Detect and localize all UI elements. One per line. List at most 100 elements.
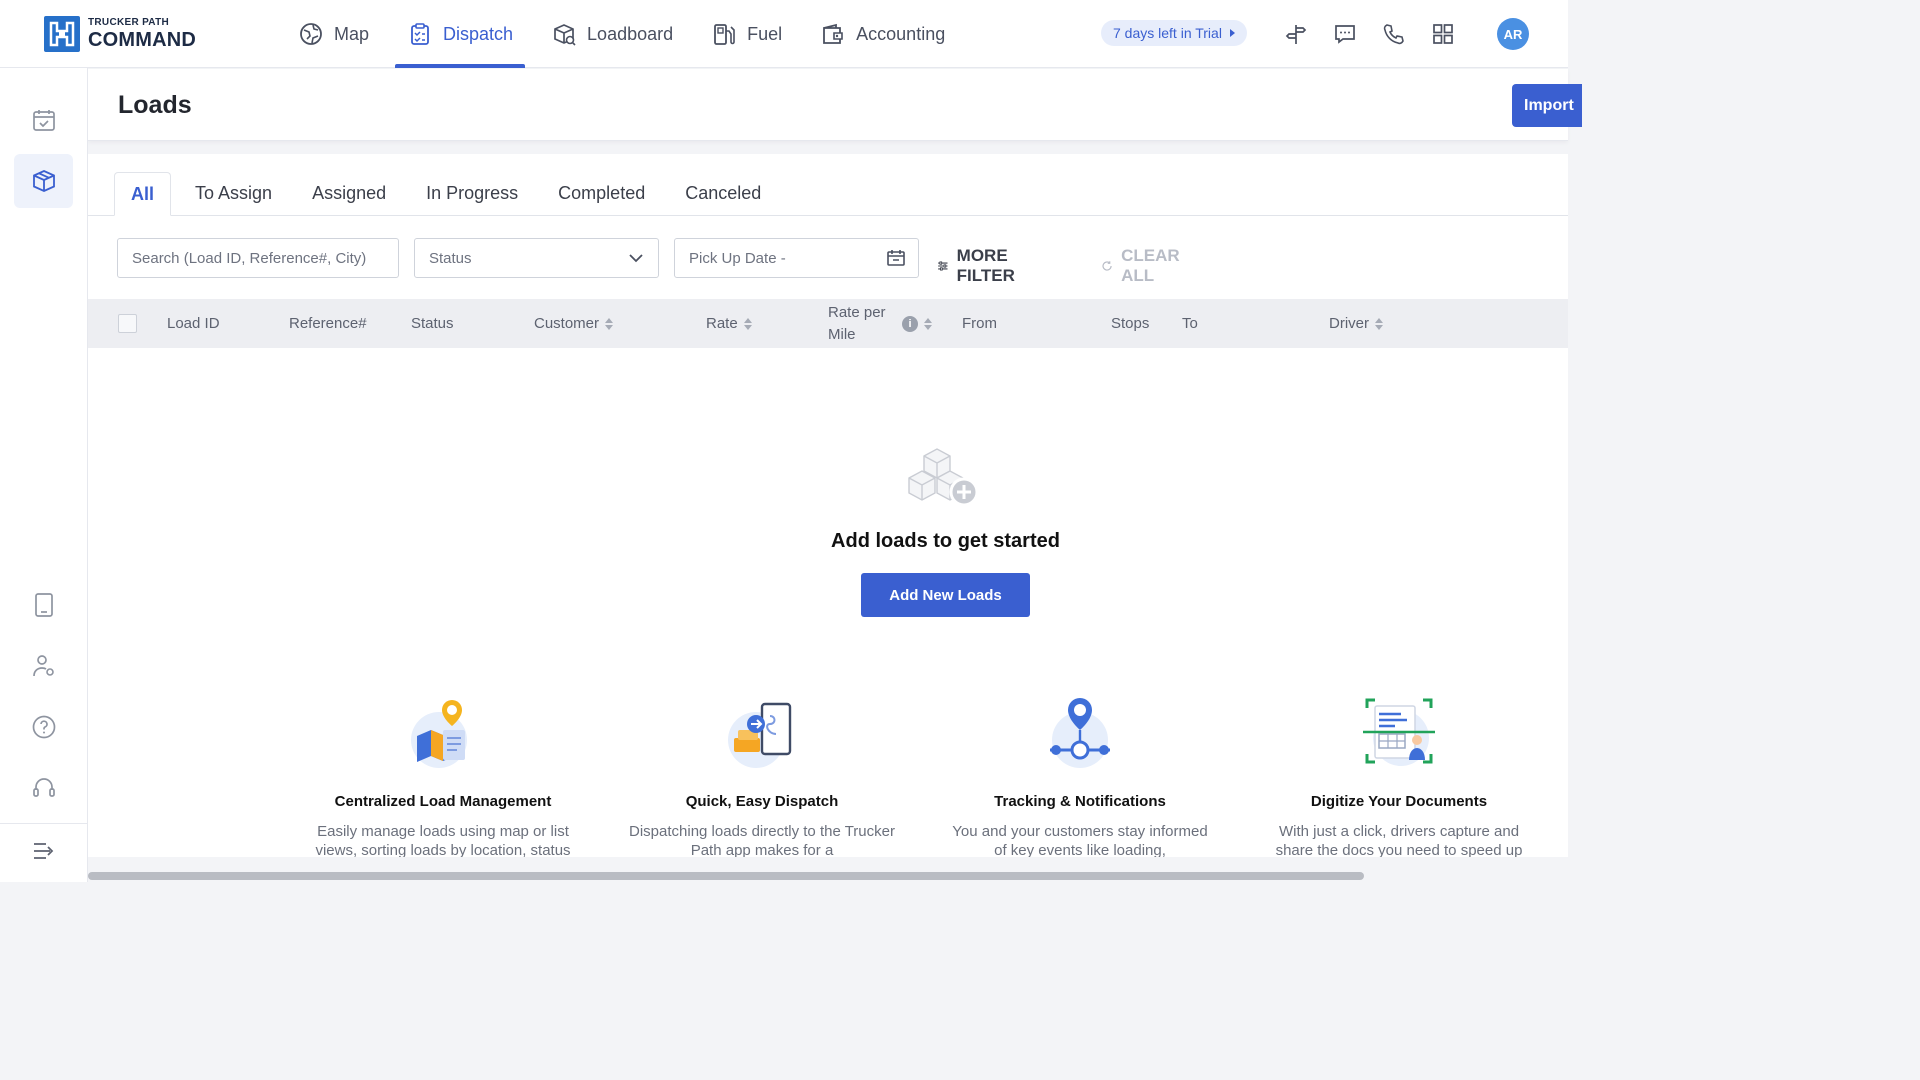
tracking-pin-icon bbox=[1050, 698, 1110, 768]
wallet-icon bbox=[823, 23, 843, 44]
tab-assigned[interactable]: Assigned bbox=[296, 172, 402, 215]
fuel-pump-icon bbox=[714, 24, 735, 45]
document-scan-icon bbox=[1363, 698, 1435, 766]
calendar-icon bbox=[887, 250, 905, 266]
clipboard-icon bbox=[411, 23, 429, 45]
phone-icon[interactable] bbox=[1380, 20, 1408, 48]
brand-small-text: TRUCKER PATH bbox=[88, 17, 170, 28]
column-from[interactable]: From bbox=[962, 299, 997, 348]
apps-grid-icon[interactable] bbox=[1429, 20, 1457, 48]
tab-completed[interactable]: Completed bbox=[542, 172, 661, 215]
column-label: To bbox=[1182, 315, 1198, 332]
expand-menu-icon bbox=[33, 843, 53, 859]
tab-canceled[interactable]: Canceled bbox=[669, 172, 777, 215]
chevron-down-icon bbox=[629, 254, 643, 263]
column-customer[interactable]: Customer bbox=[534, 299, 614, 348]
map-globe-icon bbox=[300, 23, 322, 45]
brand-logo[interactable]: TRUCKER PATH COMMAND bbox=[44, 16, 196, 52]
map-pin-load-icon bbox=[411, 700, 467, 768]
trial-text: 7 days left in Trial bbox=[1113, 25, 1222, 41]
nav-loadboard[interactable]: Loadboard bbox=[539, 0, 685, 68]
sidebar-item-support[interactable] bbox=[14, 761, 73, 815]
scrollbar-thumb[interactable] bbox=[88, 872, 1364, 880]
nav-label: Loadboard bbox=[587, 23, 674, 44]
column-status[interactable]: Status bbox=[411, 299, 454, 348]
status-tabs: All To Assign Assigned In Progress Compl… bbox=[114, 172, 785, 216]
select-all-checkbox[interactable] bbox=[118, 314, 137, 333]
loadboard-box-icon bbox=[554, 24, 576, 46]
logo-mark-icon bbox=[44, 16, 80, 52]
pickup-date-placeholder: Pick Up Date - bbox=[689, 249, 786, 267]
feature-title: Quick, Easy Dispatch bbox=[685, 793, 839, 810]
column-label: Status bbox=[411, 315, 454, 332]
add-new-loads-button[interactable]: Add New Loads bbox=[861, 573, 1030, 617]
nav-accounting[interactable]: Accounting bbox=[808, 0, 957, 68]
message-icon[interactable] bbox=[1331, 20, 1359, 48]
sidebar-expand-button[interactable] bbox=[14, 824, 73, 878]
sort-icon bbox=[605, 317, 614, 330]
nav-dispatch[interactable]: Dispatch bbox=[395, 0, 526, 68]
horizontal-scrollbar[interactable] bbox=[88, 870, 1568, 882]
feature-description: You and your customers stay informed of … bbox=[952, 823, 1208, 857]
feature-card-documents: Digitize Your Documents With just a clic… bbox=[1249, 694, 1549, 857]
column-stops[interactable]: Stops bbox=[1111, 299, 1149, 348]
more-filter-label: MORE FILTER bbox=[956, 246, 1015, 285]
column-label: Reference# bbox=[289, 315, 367, 332]
left-sidebar bbox=[0, 68, 88, 882]
nav-map[interactable]: Map bbox=[286, 0, 381, 68]
search-input[interactable]: Search (Load ID, Reference#, City) bbox=[117, 238, 399, 278]
brand-name: COMMAND bbox=[88, 29, 197, 51]
sort-icon bbox=[924, 317, 932, 330]
column-label: Driver bbox=[1329, 315, 1369, 332]
column-rate-per-mile[interactable]: Rate per Mile i bbox=[828, 299, 932, 348]
table-header: Load ID Reference# Status Customer Rate … bbox=[88, 299, 1568, 348]
tab-in-progress[interactable]: In Progress bbox=[410, 172, 534, 215]
phone-dispatch-icon bbox=[728, 702, 792, 768]
empty-state-title: Add loads to get started bbox=[831, 530, 1060, 552]
sort-icon bbox=[1375, 317, 1383, 330]
info-icon[interactable]: i bbox=[902, 315, 918, 332]
search-placeholder: Search (Load ID, Reference#, City) bbox=[132, 249, 367, 267]
sidebar-item-calendar[interactable] bbox=[14, 93, 73, 147]
clear-all-button[interactable]: CLEAR ALL bbox=[1101, 246, 1186, 286]
column-label: Customer bbox=[534, 315, 600, 332]
column-to[interactable]: To bbox=[1182, 299, 1198, 348]
tab-all[interactable]: All bbox=[114, 172, 172, 216]
user-gear-icon bbox=[32, 655, 54, 677]
sidebar-item-help[interactable] bbox=[14, 700, 73, 754]
trial-badge[interactable]: 7 days left in Trial bbox=[1101, 20, 1247, 46]
feature-description: Easily manage loads using map or list vi… bbox=[315, 823, 571, 857]
column-load-id[interactable]: Load ID bbox=[167, 299, 220, 348]
sidebar-item-loads[interactable] bbox=[14, 154, 73, 208]
feature-description: With just a click, drivers capture and s… bbox=[1275, 823, 1523, 857]
tab-to-assign[interactable]: To Assign bbox=[179, 172, 288, 215]
column-label: Load ID bbox=[167, 315, 220, 332]
column-label: Stops bbox=[1111, 315, 1150, 332]
column-label: Rate bbox=[706, 315, 738, 332]
tabs-divider bbox=[88, 215, 1568, 216]
sort-icon bbox=[743, 317, 752, 330]
clear-all-label: CLEAR ALL bbox=[1121, 246, 1180, 285]
nav-fuel[interactable]: Fuel bbox=[699, 0, 794, 68]
column-reference[interactable]: Reference# bbox=[289, 299, 367, 348]
column-rate[interactable]: Rate bbox=[706, 299, 752, 348]
feature-title: Centralized Load Management bbox=[334, 793, 552, 810]
sidebar-item-device[interactable] bbox=[14, 578, 73, 632]
user-avatar[interactable]: AR bbox=[1497, 18, 1529, 50]
sidebar-item-driver-settings[interactable] bbox=[14, 639, 73, 693]
column-label: Rate per Mile bbox=[828, 303, 886, 343]
import-button[interactable]: Import bbox=[1512, 84, 1582, 127]
feature-title: Tracking & Notifications bbox=[994, 793, 1166, 810]
page-title: Loads bbox=[118, 91, 192, 119]
status-select[interactable]: Status bbox=[414, 238, 659, 278]
feature-title: Digitize Your Documents bbox=[1310, 793, 1488, 810]
more-filter-button[interactable]: MORE FILTER bbox=[937, 246, 1023, 286]
column-driver[interactable]: Driver bbox=[1329, 299, 1383, 348]
feature-description: Dispatching loads directly to the Trucke… bbox=[629, 823, 895, 857]
headset-icon bbox=[32, 778, 55, 797]
signpost-icon[interactable] bbox=[1282, 20, 1310, 48]
loads-panel: All To Assign Assigned In Progress Compl… bbox=[88, 154, 1568, 857]
nav-label: Accounting bbox=[856, 23, 946, 44]
nav-label: Fuel bbox=[747, 23, 783, 44]
pickup-date-input[interactable]: Pick Up Date - bbox=[674, 238, 919, 278]
